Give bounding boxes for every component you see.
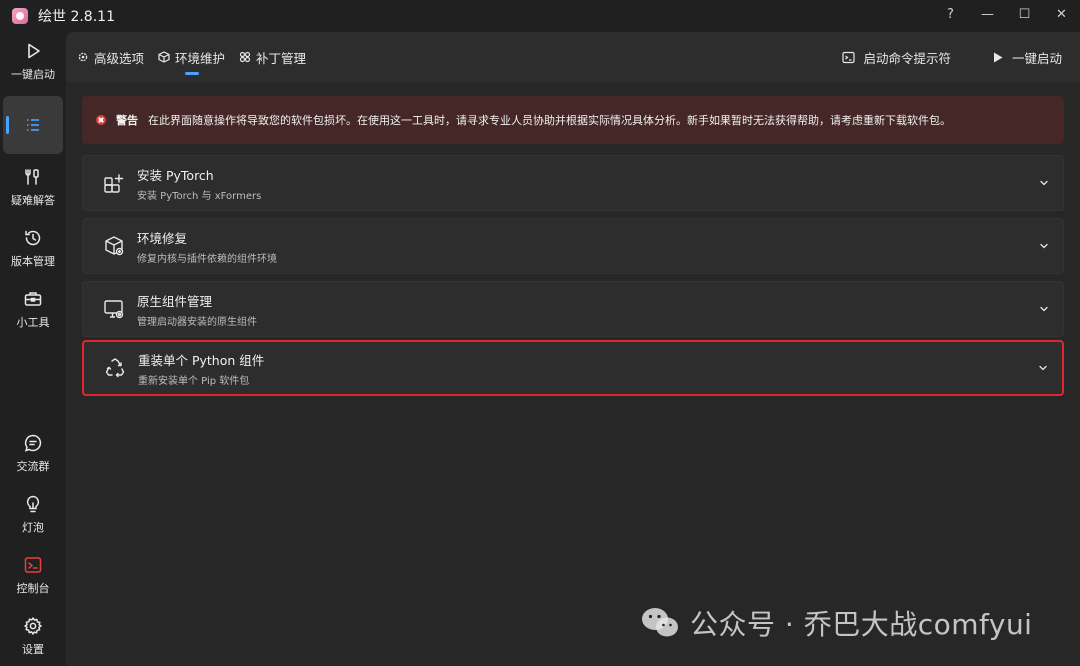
sidebar-item-settings[interactable]: 设置 — [3, 607, 63, 665]
sidebar-item-label: 灯泡 — [22, 520, 44, 534]
list-icon — [27, 119, 39, 131]
watermark: 公众号 · 乔巴大战comfyui — [640, 603, 1032, 643]
warning-banner: 警告 在此界面随意操作将导致您的软件包损坏。在使用这一工具时，请寻求专业人员协助… — [82, 96, 1064, 144]
install-pytorch-card[interactable]: 安装 PyTorch 安装 PyTorch 与 xFormers — [82, 155, 1064, 211]
warning-title: 警告 — [116, 114, 138, 127]
main-panel: 高级选项 环境维护 补丁管理 启动命令提示符 一键启动 警告 在此界面随意操作将… — [66, 32, 1080, 666]
play-icon — [28, 43, 40, 58]
sidebar-item-launch[interactable]: 一键启动 — [3, 32, 63, 90]
chevron-down-icon[interactable] — [1039, 304, 1049, 314]
sidebar-item-label: 一键启动 — [11, 67, 55, 81]
title-bar: 绘世 2.8.11 ? — ☐ ✕ — [0, 0, 1080, 32]
sidebar-item-label: 控制台 — [16, 581, 50, 595]
card-title: 安装 PyTorch — [137, 167, 214, 183]
card-subtitle: 修复内核与插件依赖的组件环境 — [137, 253, 277, 265]
sidebar-item-console[interactable]: 控制台 — [3, 546, 63, 604]
recycle-icon — [105, 358, 125, 378]
card-text: 安装 PyTorch 安装 PyTorch 与 xFormers — [137, 165, 261, 202]
help-button[interactable]: ? — [932, 0, 969, 28]
window-controls: ? — ☐ ✕ — [932, 0, 1080, 32]
card-text: 原生组件管理 管理启动器安装的原生组件 — [137, 291, 257, 328]
console-icon — [24, 556, 42, 573]
gear-icon — [24, 616, 42, 635]
watermark-text: 公众号 · 乔巴大战comfyui — [690, 608, 1033, 641]
tab-advanced-options[interactable]: 高级选项 — [70, 32, 151, 82]
tab-patch-management[interactable]: 补丁管理 — [232, 32, 313, 82]
maximize-button[interactable]: ☐ — [1006, 0, 1043, 28]
chat-icon — [24, 434, 42, 452]
chevron-down-icon[interactable] — [1039, 178, 1049, 188]
tools-icon — [25, 168, 39, 185]
puzzle-icon — [239, 51, 251, 63]
warning-message: 在此界面随意操作将导致您的软件包损坏。在使用这一工具时，请寻求专业人员协助并根据… — [148, 114, 951, 127]
wechat-icon — [642, 608, 678, 637]
sidebar-item-versions[interactable]: 版本管理 — [3, 219, 63, 277]
error-icon — [96, 115, 106, 125]
minimize-button[interactable]: — — [969, 0, 1006, 28]
tab-label: 环境维护 — [175, 50, 226, 66]
card-title: 环境修复 — [137, 230, 188, 246]
lightbulb-icon — [26, 495, 40, 512]
native-components-card[interactable]: 原生组件管理 管理启动器安装的原生组件 — [82, 281, 1064, 337]
sidebar-item-label: 版本管理 — [11, 254, 55, 268]
sidebar-item-label: 设置 — [22, 642, 44, 656]
top-actions: 启动命令提示符 一键启动 — [842, 32, 1080, 82]
toolbox-icon — [24, 291, 42, 306]
app-title: 绘世 2.8.11 — [38, 9, 115, 25]
add-grid-icon — [104, 174, 124, 193]
card-subtitle: 安装 PyTorch 与 xFormers — [137, 190, 262, 202]
sidebar-item-label: 小工具 — [16, 315, 50, 329]
close-button[interactable]: ✕ — [1043, 0, 1080, 28]
history-icon — [25, 230, 41, 245]
card-text: 重装单个 Python 组件 重新安装单个 Pip 软件包 — [138, 350, 264, 387]
environment-repair-card[interactable]: 环境修复 修复内核与插件依赖的组件环境 — [82, 218, 1064, 274]
sidebar-item-lightbulb[interactable]: 灯泡 — [3, 485, 63, 543]
repair-box-icon — [105, 236, 124, 256]
gear-icon — [78, 52, 88, 62]
top-tab-bar: 高级选项 环境维护 补丁管理 启动命令提示符 一键启动 — [66, 32, 1080, 82]
tab-environment-maintenance[interactable]: 环境维护 — [151, 32, 232, 82]
sidebar-item-troubleshoot[interactable]: 疑难解答 — [3, 158, 63, 216]
card-title: 重装单个 Python 组件 — [138, 352, 265, 368]
one-click-launch-label: 一键启动 — [1011, 50, 1062, 66]
sidebar-item-label: 疑难解答 — [11, 193, 55, 207]
open-command-prompt-button[interactable]: 启动命令提示符 — [842, 48, 951, 67]
chevron-down-icon[interactable] — [1038, 363, 1048, 373]
tab-label: 补丁管理 — [256, 50, 307, 66]
one-click-launch-button[interactable]: 一键启动 — [991, 48, 1062, 67]
card-subtitle: 管理启动器安装的原生组件 — [137, 316, 257, 328]
open-command-prompt-label: 启动命令提示符 — [863, 50, 951, 66]
sidebar-item-community[interactable]: 交流群 — [3, 424, 63, 482]
play-icon — [993, 52, 1003, 62]
monitor-settings-icon — [104, 300, 124, 319]
terminal-icon — [842, 51, 856, 63]
sidebar-item-label: 交流群 — [16, 459, 50, 473]
sidebar-item-tools[interactable]: 小工具 — [3, 280, 63, 338]
sidebar: 一键启动 疑难解答 版本管理 小工具 交流群 灯泡 控制台 设置 — [0, 32, 66, 666]
card-subtitle: 重新安装单个 Pip 软件包 — [138, 375, 250, 387]
reinstall-python-component-card[interactable]: 重装单个 Python 组件 重新安装单个 Pip 软件包 — [82, 340, 1064, 396]
card-title: 原生组件管理 — [137, 293, 213, 309]
package-icon — [158, 51, 170, 63]
card-text: 环境修复 修复内核与插件依赖的组件环境 — [137, 228, 277, 265]
sidebar-item-advanced[interactable] — [3, 96, 63, 154]
app-logo-icon — [12, 8, 28, 24]
chevron-down-icon[interactable] — [1039, 241, 1049, 251]
tab-label: 高级选项 — [94, 50, 145, 66]
